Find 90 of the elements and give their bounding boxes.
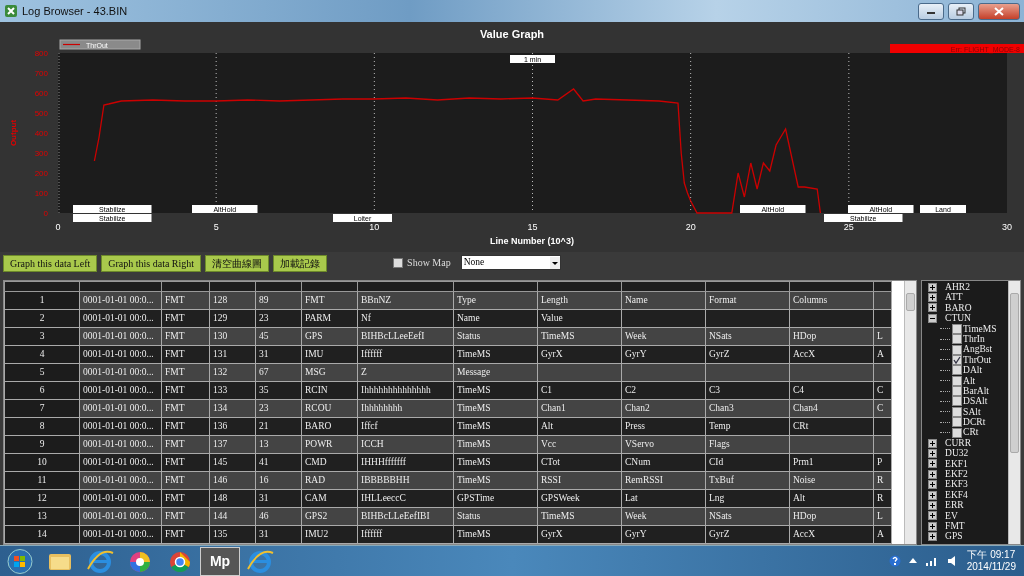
scrollbar[interactable] — [1008, 281, 1020, 544]
map-select[interactable]: None — [460, 255, 561, 270]
y-tick-label: 500 — [34, 109, 48, 118]
tree-checkbox[interactable] — [952, 386, 963, 397]
tree-item[interactable]: AngBst — [963, 344, 993, 355]
help-icon[interactable] — [888, 555, 901, 567]
tree-item[interactable]: EKF2 — [945, 469, 968, 480]
taskbar-app[interactable]: Mp — [200, 546, 240, 576]
x-tick-label: 25 — [843, 222, 854, 232]
collapse-icon[interactable] — [928, 313, 938, 323]
expand-icon[interactable] — [928, 469, 938, 479]
window-title: Log Browser - 43.BIN — [22, 3, 128, 19]
tree-item[interactable]: GPS — [945, 531, 963, 542]
y-tick-label: 400 — [34, 129, 48, 138]
expand-icon[interactable] — [928, 490, 938, 500]
tree-item[interactable]: ThrOut — [963, 354, 992, 366]
tree-item[interactable]: EKF1 — [945, 458, 968, 470]
scrollbar[interactable] — [904, 281, 917, 544]
expand-icon[interactable] — [928, 532, 938, 542]
tree-item[interactable]: FMT — [945, 521, 965, 532]
y-tick-label: 300 — [34, 149, 48, 158]
x-tick-label: 0 — [55, 222, 61, 232]
tree-item[interactable]: CTUN — [945, 313, 971, 324]
tree-item[interactable]: DCRt — [963, 417, 986, 428]
tree-checkbox[interactable] — [952, 354, 963, 365]
expand-icon[interactable] — [928, 459, 938, 469]
y-tick-label: 100 — [34, 189, 48, 198]
tree-item[interactable]: ATT — [945, 292, 963, 303]
signal-icon[interactable] — [924, 555, 939, 567]
tree-item[interactable]: EKF4 — [945, 489, 968, 501]
tree-item[interactable]: DSAlt — [963, 396, 988, 407]
close-button[interactable] — [978, 2, 1020, 20]
graph-button[interactable]: Graph this data Left — [3, 255, 98, 272]
y-tick-label: 700 — [34, 69, 48, 78]
y-tick-label: 0 — [43, 209, 48, 218]
tree-checkbox[interactable] — [952, 323, 963, 334]
tree-checkbox[interactable] — [952, 406, 963, 417]
tree-checkbox[interactable] — [952, 344, 963, 355]
tree-item[interactable]: SAlt — [963, 406, 981, 418]
y-tick-label: 600 — [34, 89, 48, 98]
expand-icon[interactable] — [928, 480, 938, 490]
tree-item[interactable]: BARO — [945, 302, 972, 314]
graph-button[interactable]: Graph this data Right — [101, 255, 202, 272]
tree-item[interactable]: TimeMS — [963, 323, 997, 334]
x-axis-label: Line Number (10^3) — [490, 236, 574, 246]
graph-title: Value Graph — [479, 28, 545, 40]
tree-item[interactable]: EV — [945, 510, 958, 521]
x-tick-label: 15 — [527, 222, 538, 232]
expand-icon[interactable] — [928, 438, 938, 448]
expand-icon[interactable] — [928, 511, 938, 521]
expand-icon[interactable] — [928, 303, 938, 313]
expand-icon[interactable] — [928, 500, 938, 510]
x-tick-label: 5 — [213, 222, 219, 232]
tree-item[interactable]: DU32 — [945, 448, 969, 459]
tree-item[interactable]: CURR — [945, 437, 971, 449]
tree-checkbox[interactable] — [952, 396, 963, 407]
x-tick-label: 20 — [685, 222, 696, 232]
tree-item[interactable]: ThrIn — [963, 333, 985, 345]
tree-checkbox[interactable] — [952, 375, 963, 386]
tree-item[interactable]: AHR2 — [945, 282, 970, 293]
x-tick-label: 30 — [1002, 222, 1012, 232]
minimize-button[interactable] — [918, 2, 944, 20]
expand-icon[interactable] — [928, 282, 938, 292]
tree-checkbox[interactable] — [952, 427, 963, 438]
graph-button[interactable]: 清空曲線圖 — [205, 255, 270, 272]
app-icon — [4, 4, 18, 18]
y-axis-label: Output — [9, 119, 18, 147]
restore-icon — [956, 6, 966, 16]
show-map-checkbox[interactable] — [393, 257, 404, 268]
tree-item[interactable]: Alt — [963, 375, 976, 386]
tree-item[interactable]: DAlt — [963, 365, 983, 376]
tree-checkbox[interactable] — [952, 334, 963, 345]
show-map-label: Show Map — [407, 256, 451, 270]
expand-icon[interactable] — [928, 448, 938, 458]
tree-item[interactable]: ERR — [945, 500, 964, 511]
expand-icon[interactable] — [928, 293, 938, 303]
tree-item[interactable]: EKF3 — [945, 479, 968, 490]
y-tick-label: 200 — [34, 169, 48, 178]
clock[interactable]: 下午 09:17 2014/11/29 — [966, 549, 1016, 573]
y-tick-label: 800 — [34, 49, 48, 58]
tree-checkbox[interactable] — [952, 417, 963, 428]
tree-item[interactable]: CRt — [963, 427, 979, 438]
close-icon — [994, 6, 1004, 16]
tree-checkbox[interactable] — [952, 365, 963, 376]
show-hidden-icon[interactable] — [908, 557, 917, 565]
tree-item[interactable]: BarAlt — [963, 385, 989, 397]
maximize-button[interactable] — [948, 2, 974, 20]
expand-icon[interactable] — [928, 521, 938, 531]
x-tick-label: 10 — [369, 222, 380, 232]
graph-button[interactable]: 加載記錄 — [273, 255, 328, 272]
